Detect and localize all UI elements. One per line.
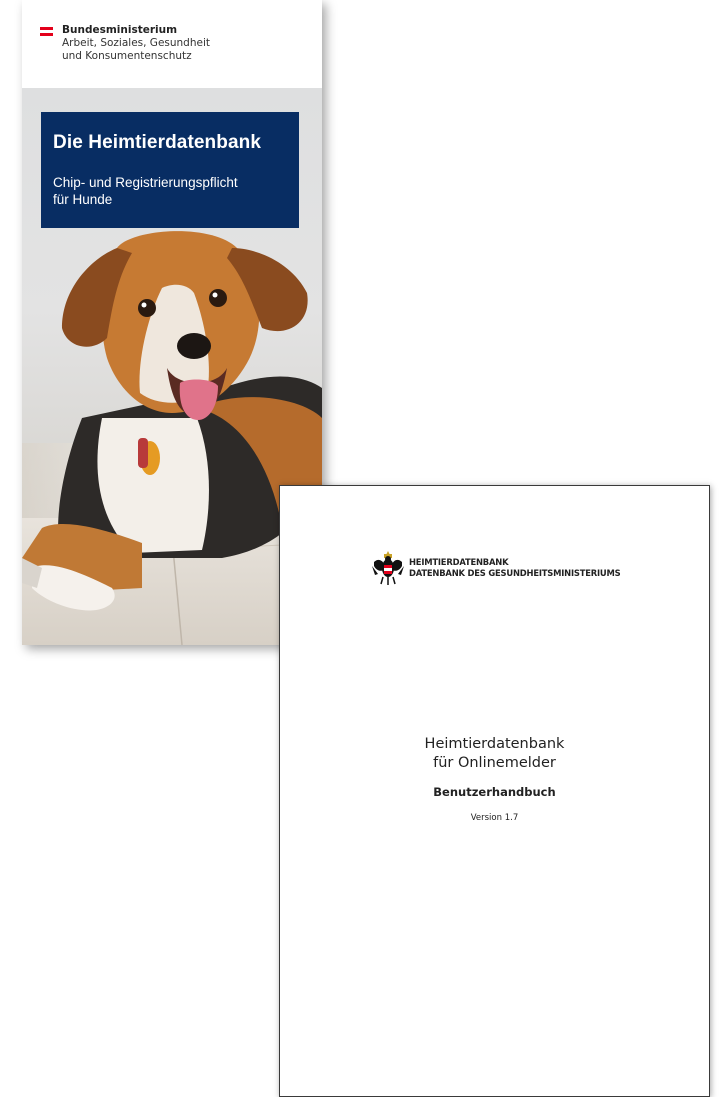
manual-cover-page: HEIMTIERDATENBANK DATENBANK DES GESUNDHE… bbox=[279, 485, 710, 1097]
brochure-cover: Bundesministerium Arbeit, Soziales, Gesu… bbox=[22, 0, 322, 645]
brochure-header: Bundesministerium Arbeit, Soziales, Gesu… bbox=[22, 0, 322, 88]
brochure-subtitle-line-2: für Hunde bbox=[53, 192, 113, 207]
brochure-title: Die Heimtierdatenbank bbox=[53, 132, 261, 153]
ministry-name: Bundesministerium Arbeit, Soziales, Gesu… bbox=[62, 24, 210, 63]
eagle-coat-of-arms-icon bbox=[372, 551, 404, 585]
manual-title: Heimtierdatenbank für Onlinemelder bbox=[280, 735, 709, 773]
brochure-title-box: Die Heimtierdatenbank Chip- und Registri… bbox=[41, 112, 299, 228]
manual-org-line-2: DATENBANK DES GESUNDHEITSMINISTERIUMS bbox=[409, 567, 621, 578]
ministry-line-1: Bundesministerium bbox=[62, 24, 178, 36]
brochure-subtitle: Chip- und Registrierungspflicht für Hund… bbox=[53, 174, 238, 208]
ministry-line-2: Arbeit, Soziales, Gesundheit bbox=[62, 37, 210, 49]
brochure-subtitle-line-1: Chip- und Registrierungspflicht bbox=[53, 175, 238, 190]
manual-title-line-1: Heimtierdatenbank bbox=[424, 736, 565, 752]
manual-subtitle: Benutzerhandbuch bbox=[433, 785, 556, 799]
ministry-line-3: und Konsumentenschutz bbox=[62, 50, 192, 62]
manual-org-line-1: HEIMTIERDATENBANK bbox=[409, 557, 509, 567]
manual-title-line-2: für Onlinemelder bbox=[433, 755, 556, 771]
manual-organization: HEIMTIERDATENBANK DATENBANK DES GESUNDHE… bbox=[409, 557, 621, 578]
austria-flag-icon bbox=[40, 27, 53, 36]
manual-version: Version 1.7 bbox=[470, 813, 519, 823]
